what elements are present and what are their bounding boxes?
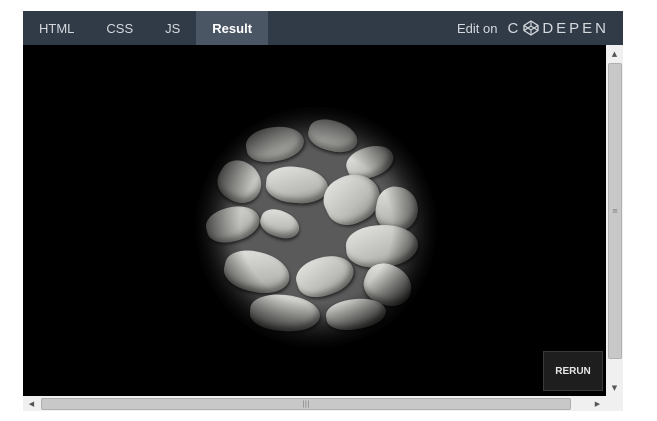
scroll-down-arrow-icon[interactable]: ▼ [606, 379, 623, 396]
codepen-logo-c: C [507, 19, 522, 37]
scrollbar-corner [606, 396, 623, 411]
result-pane [23, 45, 606, 396]
edit-on-label: Edit on [456, 20, 498, 36]
spotlight-stones-image [196, 107, 436, 347]
vertical-scroll-thumb[interactable]: ≡ [608, 63, 622, 359]
scroll-left-arrow-icon[interactable]: ◀ [23, 396, 40, 411]
codepen-logo-text: DEPEN [542, 19, 609, 37]
tab-result[interactable]: Result [196, 11, 269, 45]
vignette-overlay [196, 107, 436, 347]
codepen-embed: HTML CSS JS Result Edit on C DEPEN RERUN… [23, 11, 623, 411]
codepen-topbar: HTML CSS JS Result Edit on C DEPEN [23, 11, 623, 45]
rerun-button[interactable]: RERUN [543, 351, 603, 391]
codepen-logo: C DEPEN [507, 20, 609, 37]
scroll-right-arrow-icon[interactable]: ▶ [589, 396, 606, 411]
edit-on-codepen-link[interactable]: Edit on C DEPEN [457, 11, 623, 45]
horizontal-scrollbar[interactable]: ◀ ||| ▶ [23, 396, 606, 411]
codepen-cube-icon [523, 20, 539, 36]
horizontal-scroll-thumb[interactable]: ||| [41, 398, 571, 410]
vertical-scrollbar[interactable]: ▲ ≡ ▼ [606, 45, 623, 396]
scroll-up-arrow-icon[interactable]: ▲ [606, 45, 623, 62]
tab-js[interactable]: JS [149, 11, 196, 45]
tab-html[interactable]: HTML [23, 11, 90, 45]
tab-css[interactable]: CSS [90, 11, 149, 45]
